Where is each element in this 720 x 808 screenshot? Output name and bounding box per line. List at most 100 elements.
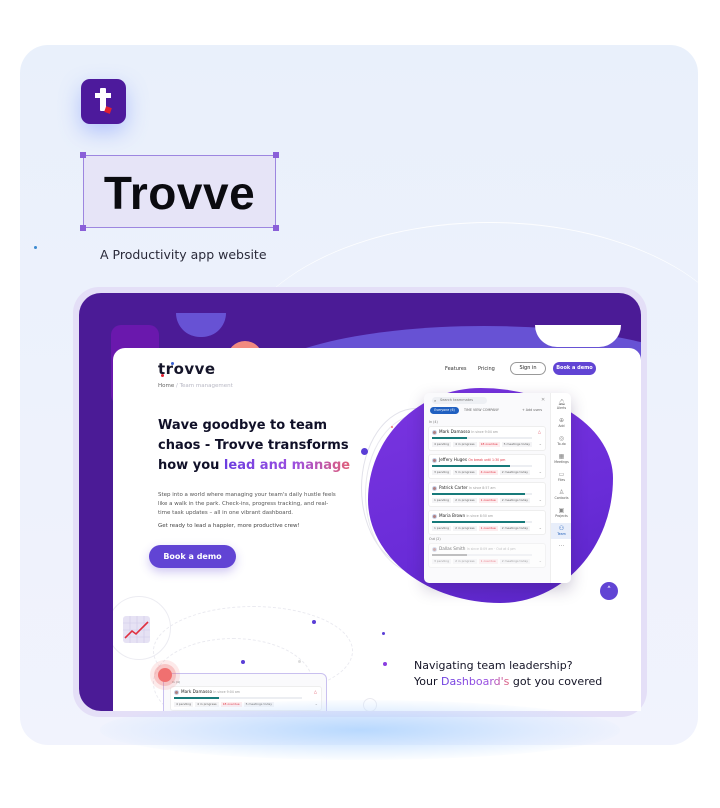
decorative-dot <box>391 426 393 428</box>
sidebar-item-label: Contacts <box>554 496 569 500</box>
section-in-label: In (4) <box>429 420 438 424</box>
chevron-down-icon[interactable]: ⌄ <box>539 558 542 563</box>
dashboard-sidebar: 🔔︎ Alerts ⊕ Add ◎ To-do ▦ Meetings ▭ Files ♙ Contac… <box>550 393 571 583</box>
decorative-dot <box>241 660 245 664</box>
task-tag: 2 meetings today <box>499 559 531 564</box>
notification-pulse <box>158 668 172 682</box>
more-icon: ··· <box>558 543 565 550</box>
team-dashboard-panel: ⌕ Search teammates ✕ Everyone (6) TIME V… <box>424 393 571 583</box>
sidebar-item-team[interactable]: ⚇ Team <box>551 523 571 539</box>
check-circle-icon: ◎ <box>558 435 565 442</box>
task-tag: 2 in progress <box>453 498 477 503</box>
sidebar-item-contacts[interactable]: ♙ Contacts <box>551 487 571 503</box>
breadcrumb: Home / Team management <box>158 383 233 389</box>
chevron-down-icon[interactable]: ⌄ <box>539 497 542 502</box>
growth-chart-icon <box>123 616 150 643</box>
hero-paragraph: Step into a world where managing your te… <box>158 492 336 516</box>
decorative-dot <box>383 662 387 666</box>
avatar <box>432 486 437 491</box>
title-selection-box: Trovve <box>80 152 279 231</box>
decorative-dot <box>298 660 301 663</box>
progress-bar <box>432 465 532 467</box>
sidebar-item-label: Add <box>558 424 565 428</box>
task-tag: 4 pending <box>432 442 452 447</box>
sidebar-item-meetings[interactable]: ▦ Meetings <box>551 451 571 467</box>
decorative-shape <box>176 313 226 337</box>
person-icon: ♙ <box>558 489 565 496</box>
website-preview: trovve Home / Team management Features P… <box>113 348 641 711</box>
decorative-dot <box>361 448 368 455</box>
task-tags: 1 pending 2 in progress 1 overdue 2 meeting… <box>432 498 532 503</box>
folder-icon: ▭ <box>558 471 565 478</box>
member-card[interactable]: Patrick Carter In since 8:57 am 1 pending… <box>428 482 546 507</box>
chevron-down-icon[interactable]: ⌄ <box>539 441 542 446</box>
alert-icon: △ <box>537 429 541 434</box>
filter-everyone-chip[interactable]: Everyone (6) <box>430 407 459 414</box>
team-icon: ⚇ <box>558 525 565 532</box>
progress-bar <box>432 554 532 556</box>
search-teammates-input[interactable]: ⌕ Search teammates <box>432 397 487 404</box>
member-name: Jeffery Huges On break until 1:30 pm <box>439 457 506 462</box>
book-demo-hero-button[interactable]: Book a demo <box>149 545 236 568</box>
sidebar-item-to-do[interactable]: ◎ To-do <box>551 433 571 449</box>
sidebar-item-label: Files <box>558 478 565 482</box>
breadcrumb-home[interactable]: Home <box>158 383 174 389</box>
member-card[interactable]: Jeffery Huges On break until 1:30 pm 3 pe… <box>428 454 546 479</box>
breadcrumb-current: Team management <box>179 383 233 389</box>
section-2-heading: Navigating team leadership? Your Dashboa… <box>414 659 603 688</box>
member-card[interactable]: Maria Brown In since 8:50 am 1 pending 2 i… <box>428 510 546 535</box>
task-tag: 2 meetings today <box>499 470 531 475</box>
close-icon[interactable]: ✕ <box>541 397 545 403</box>
site-logo[interactable]: trovve <box>158 360 216 378</box>
task-tags: 4 pending 4 in progress 18 overdue 5 meetin… <box>432 442 534 447</box>
chevron-down-icon[interactable]: ⌄ <box>539 525 542 530</box>
member-name: Patrick Carter In since 8:57 am <box>439 485 496 490</box>
avatar <box>432 514 437 519</box>
avatar <box>432 547 437 552</box>
progress-bar <box>432 437 532 439</box>
task-tag: 2 in progress <box>453 559 477 564</box>
decorative-shape <box>535 325 621 347</box>
sidebar-item-add[interactable]: ⊕ Add <box>551 415 571 431</box>
hero-paragraph-2: Get ready to lead a happier, more produc… <box>158 523 300 529</box>
member-name: Maria Brown In since 8:50 am <box>439 513 493 518</box>
hero-headline-highlight: lead and manage <box>223 458 351 473</box>
member-card[interactable]: Dallas Smith In since 8:09 am · Out at 4… <box>428 543 546 568</box>
book-demo-nav-button[interactable]: Book a demo <box>553 362 596 375</box>
calendar-icon: ▦ <box>558 453 565 460</box>
sign-in-button[interactable]: Sign in <box>510 362 546 375</box>
trovve-t-logo-icon <box>81 79 126 124</box>
chevron-down-icon[interactable]: ⌄ <box>539 469 542 474</box>
nav-pricing[interactable]: Pricing <box>478 366 495 372</box>
task-tag: 5 in progress <box>453 470 477 475</box>
plus-circle-icon: ⊕ <box>558 417 565 424</box>
task-tag: 3 pending <box>432 559 452 564</box>
bell-icon: 🔔︎ <box>557 399 566 406</box>
avatar <box>432 430 437 435</box>
task-tag: 4 overdue <box>478 470 498 475</box>
task-tag: 1 overdue <box>478 559 498 564</box>
sidebar-item-more[interactable]: ··· <box>551 541 571 557</box>
member-card[interactable]: Mark Damasso In since 9:04 am △ 4 pending 4… <box>428 426 546 451</box>
decorative-dot <box>312 620 316 624</box>
brand-tagline: A Productivity app website <box>100 247 267 262</box>
alert-icon: △ <box>313 689 317 694</box>
scroll-to-top-button[interactable]: ˄ <box>600 582 618 600</box>
sidebar-item-alerts[interactable]: 🔔︎ Alerts <box>551 397 571 413</box>
sidebar-item-files[interactable]: ▭ Files <box>551 469 571 485</box>
add-users-button[interactable]: + Add users <box>522 407 542 414</box>
sidebar-item-projects[interactable]: ▣ Projects <box>551 505 571 521</box>
sidebar-item-label: Alerts <box>556 406 567 410</box>
task-tag: 1 pending <box>432 526 452 531</box>
task-tag: 2 meetings today <box>499 526 531 531</box>
decorative-glow <box>100 700 620 760</box>
task-tag: 3 pending <box>432 470 452 475</box>
task-tag: 1 overdue <box>478 498 498 503</box>
task-tag: 2 meetings today <box>499 498 531 503</box>
task-tag: 5 meetings today <box>501 442 532 447</box>
filter-company-dropdown[interactable]: TIME VIEW COMPANY <box>464 407 499 414</box>
nav-features[interactable]: Features <box>445 366 467 372</box>
task-tag: 1 overdue <box>478 526 498 531</box>
brand-title: Trovve <box>103 167 256 219</box>
task-tag: 1 pending <box>432 498 452 503</box>
